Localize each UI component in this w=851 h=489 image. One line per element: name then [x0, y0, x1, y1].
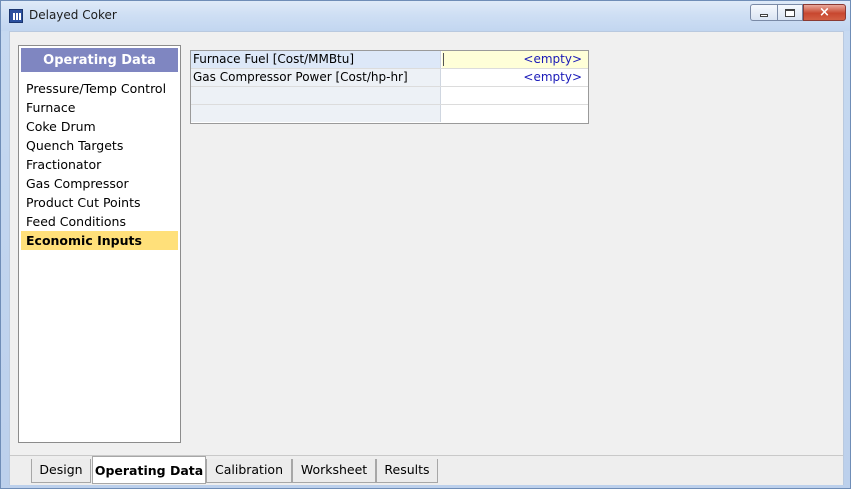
- minimize-button[interactable]: [750, 4, 777, 21]
- row-value-empty[interactable]: [442, 87, 588, 104]
- row-value-empty[interactable]: [442, 105, 588, 122]
- tab-design[interactable]: Design: [31, 459, 91, 483]
- nav-header: Operating Data: [21, 48, 178, 72]
- row-label-furnace-fuel: Furnace Fuel [Cost/MMBtu]: [191, 51, 441, 68]
- table-row[interactable]: [191, 105, 588, 123]
- maximize-button[interactable]: [777, 4, 803, 21]
- nav-item-quench-targets[interactable]: Quench Targets: [21, 136, 178, 155]
- table-row[interactable]: Gas Compressor Power [Cost/hp-hr] <empty…: [191, 69, 588, 87]
- table-row[interactable]: [191, 87, 588, 105]
- close-button[interactable]: ×: [803, 4, 846, 21]
- bottom-tab-strip: Design Operating Data Calibration Worksh…: [10, 455, 843, 485]
- nav-item-gas-compressor[interactable]: Gas Compressor: [21, 174, 178, 193]
- operating-data-nav-panel: Operating Data Pressure/Temp Control Fur…: [18, 45, 181, 443]
- text-caret: [443, 53, 444, 66]
- nav-item-feed-conditions[interactable]: Feed Conditions: [21, 212, 178, 231]
- tab-worksheet[interactable]: Worksheet: [292, 459, 376, 483]
- tab-operating-data[interactable]: Operating Data: [92, 456, 206, 484]
- close-icon: ×: [819, 5, 830, 20]
- row-label-gas-compressor-power: Gas Compressor Power [Cost/hp-hr]: [191, 69, 441, 86]
- nav-item-fractionator[interactable]: Fractionator: [21, 155, 178, 174]
- nav-item-coke-drum[interactable]: Coke Drum: [21, 117, 178, 136]
- minimize-icon: [760, 14, 768, 17]
- nav-item-pressure-temp-control[interactable]: Pressure/Temp Control: [21, 79, 178, 98]
- table-row[interactable]: Furnace Fuel [Cost/MMBtu] <empty>: [191, 51, 588, 69]
- title-bar[interactable]: Delayed Coker ×: [1, 1, 850, 31]
- furnace-fuel-value-field[interactable]: <empty>: [442, 51, 588, 68]
- row-label-empty: [191, 87, 441, 104]
- economic-inputs-grid: Furnace Fuel [Cost/MMBtu] <empty> Gas Co…: [190, 50, 589, 124]
- client-area: Operating Data Pressure/Temp Control Fur…: [9, 31, 844, 485]
- tab-results[interactable]: Results: [376, 459, 438, 483]
- nav-item-product-cut-points[interactable]: Product Cut Points: [21, 193, 178, 212]
- app-icon: [9, 9, 23, 23]
- nav-list: Pressure/Temp Control Furnace Coke Drum …: [21, 79, 178, 250]
- delayed-coker-window: Delayed Coker × Operating Data Pressure/…: [0, 0, 851, 489]
- window-title: Delayed Coker: [29, 8, 117, 22]
- nav-item-economic-inputs[interactable]: Economic Inputs: [21, 231, 178, 250]
- gas-compressor-power-value-field[interactable]: <empty>: [442, 69, 588, 86]
- row-label-empty: [191, 105, 441, 122]
- tab-calibration[interactable]: Calibration: [206, 459, 292, 483]
- maximize-icon: [785, 8, 795, 17]
- nav-item-furnace[interactable]: Furnace: [21, 98, 178, 117]
